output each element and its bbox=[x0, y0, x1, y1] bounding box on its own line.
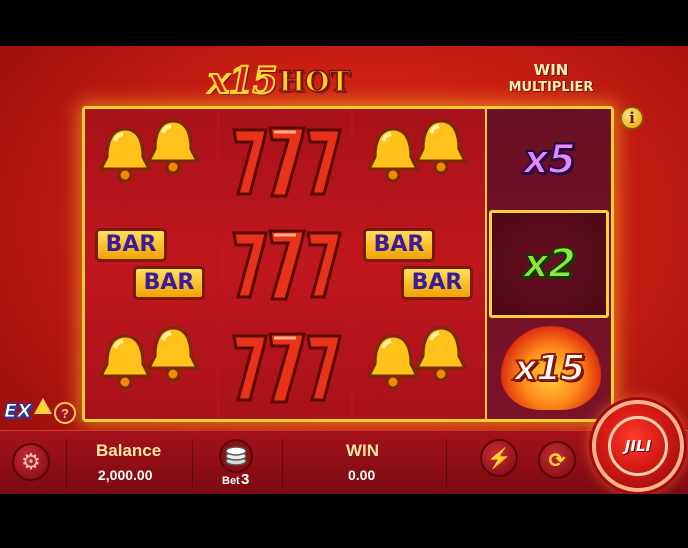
spin-label: JILI bbox=[608, 416, 668, 476]
bar-label: BAR bbox=[133, 265, 205, 300]
symbol-bar: BAR BAR bbox=[85, 212, 217, 315]
triple-seven-icon bbox=[226, 120, 344, 202]
win-multiplier-line1: WIN bbox=[533, 61, 569, 79]
triple-seven-icon bbox=[226, 223, 344, 305]
symbol-seven bbox=[219, 316, 351, 419]
logo-hot: HOT bbox=[278, 64, 351, 99]
bottom-bar: ⚙ Balance 2,000.00 Bet 3 WIN 0.00 ⚡ ⟳ bbox=[0, 430, 688, 494]
multiplier-label: x2 bbox=[522, 240, 577, 288]
triple-seven-icon bbox=[226, 326, 344, 408]
extra-bet-label: EX bbox=[4, 400, 33, 423]
gear-icon[interactable]: ⚙ bbox=[12, 443, 50, 481]
reel-1: BAR BAR bbox=[85, 109, 219, 419]
info-icon[interactable]: i bbox=[620, 106, 644, 130]
reel-3: BAR BAR bbox=[353, 109, 487, 419]
win-value: 0.00 bbox=[348, 467, 376, 483]
win-multiplier-line2: MULTIPLIER bbox=[508, 80, 594, 95]
divider bbox=[446, 439, 447, 487]
symbol-bar: BAR BAR bbox=[353, 212, 485, 315]
autoplay-icon[interactable]: ⟳ bbox=[538, 441, 576, 479]
bell-icon bbox=[411, 115, 471, 177]
bar-label: BAR bbox=[401, 265, 473, 300]
bet-value: 3 bbox=[241, 471, 250, 488]
bar-label: BAR bbox=[95, 227, 167, 262]
bar-icon: BAR BAR bbox=[359, 222, 479, 306]
multiplier-label: x15 bbox=[513, 347, 586, 390]
game-logo: x15 HOT bbox=[207, 58, 378, 104]
balance-value: 2,000.00 bbox=[98, 467, 153, 483]
win-multiplier-title: WIN MULTIPLIER bbox=[488, 62, 614, 96]
divider bbox=[282, 439, 283, 487]
symbol-seven bbox=[219, 109, 351, 212]
reel-2 bbox=[219, 109, 353, 419]
bell-icon bbox=[411, 322, 471, 384]
multiplier-x5: x5 bbox=[487, 109, 611, 210]
help-icon[interactable]: ? bbox=[54, 402, 76, 424]
bet-button[interactable] bbox=[216, 439, 256, 473]
symbol-bell bbox=[353, 109, 485, 212]
bell-icon bbox=[143, 322, 203, 384]
extra-bet-button[interactable]: EX ? bbox=[4, 398, 76, 428]
multiplier-x2-active: x2 bbox=[489, 210, 609, 318]
win-label: WIN bbox=[346, 441, 380, 460]
bar-label: BAR bbox=[363, 227, 435, 262]
bet-label: Bet bbox=[222, 475, 240, 487]
logo-multiplier: x15 bbox=[207, 59, 279, 103]
symbol-bell bbox=[353, 316, 485, 419]
divider bbox=[192, 439, 193, 487]
spin-button[interactable]: JILI bbox=[592, 400, 684, 492]
multiplier-reel: x5 x2 x15 bbox=[487, 109, 611, 419]
symbol-bell bbox=[85, 316, 217, 419]
chip-stack-icon bbox=[219, 439, 253, 473]
bar-icon: BAR BAR bbox=[91, 222, 211, 306]
symbol-seven bbox=[219, 212, 351, 315]
divider bbox=[66, 439, 67, 487]
balance-label: Balance bbox=[96, 441, 162, 460]
multiplier-label: x5 bbox=[522, 136, 577, 184]
reels-frame: BAR BAR BAR BAR x5 x2 x15 bbox=[82, 106, 614, 422]
multiplier-x15: x15 bbox=[487, 318, 611, 419]
slot-game: x15 HOT WIN MULTIPLIER i BAR BAR BAR BAR… bbox=[0, 46, 688, 494]
symbol-bell bbox=[85, 109, 217, 212]
lightning-icon[interactable]: ⚡ bbox=[480, 439, 518, 477]
arrow-up-icon bbox=[34, 398, 52, 414]
bell-icon bbox=[143, 115, 203, 177]
